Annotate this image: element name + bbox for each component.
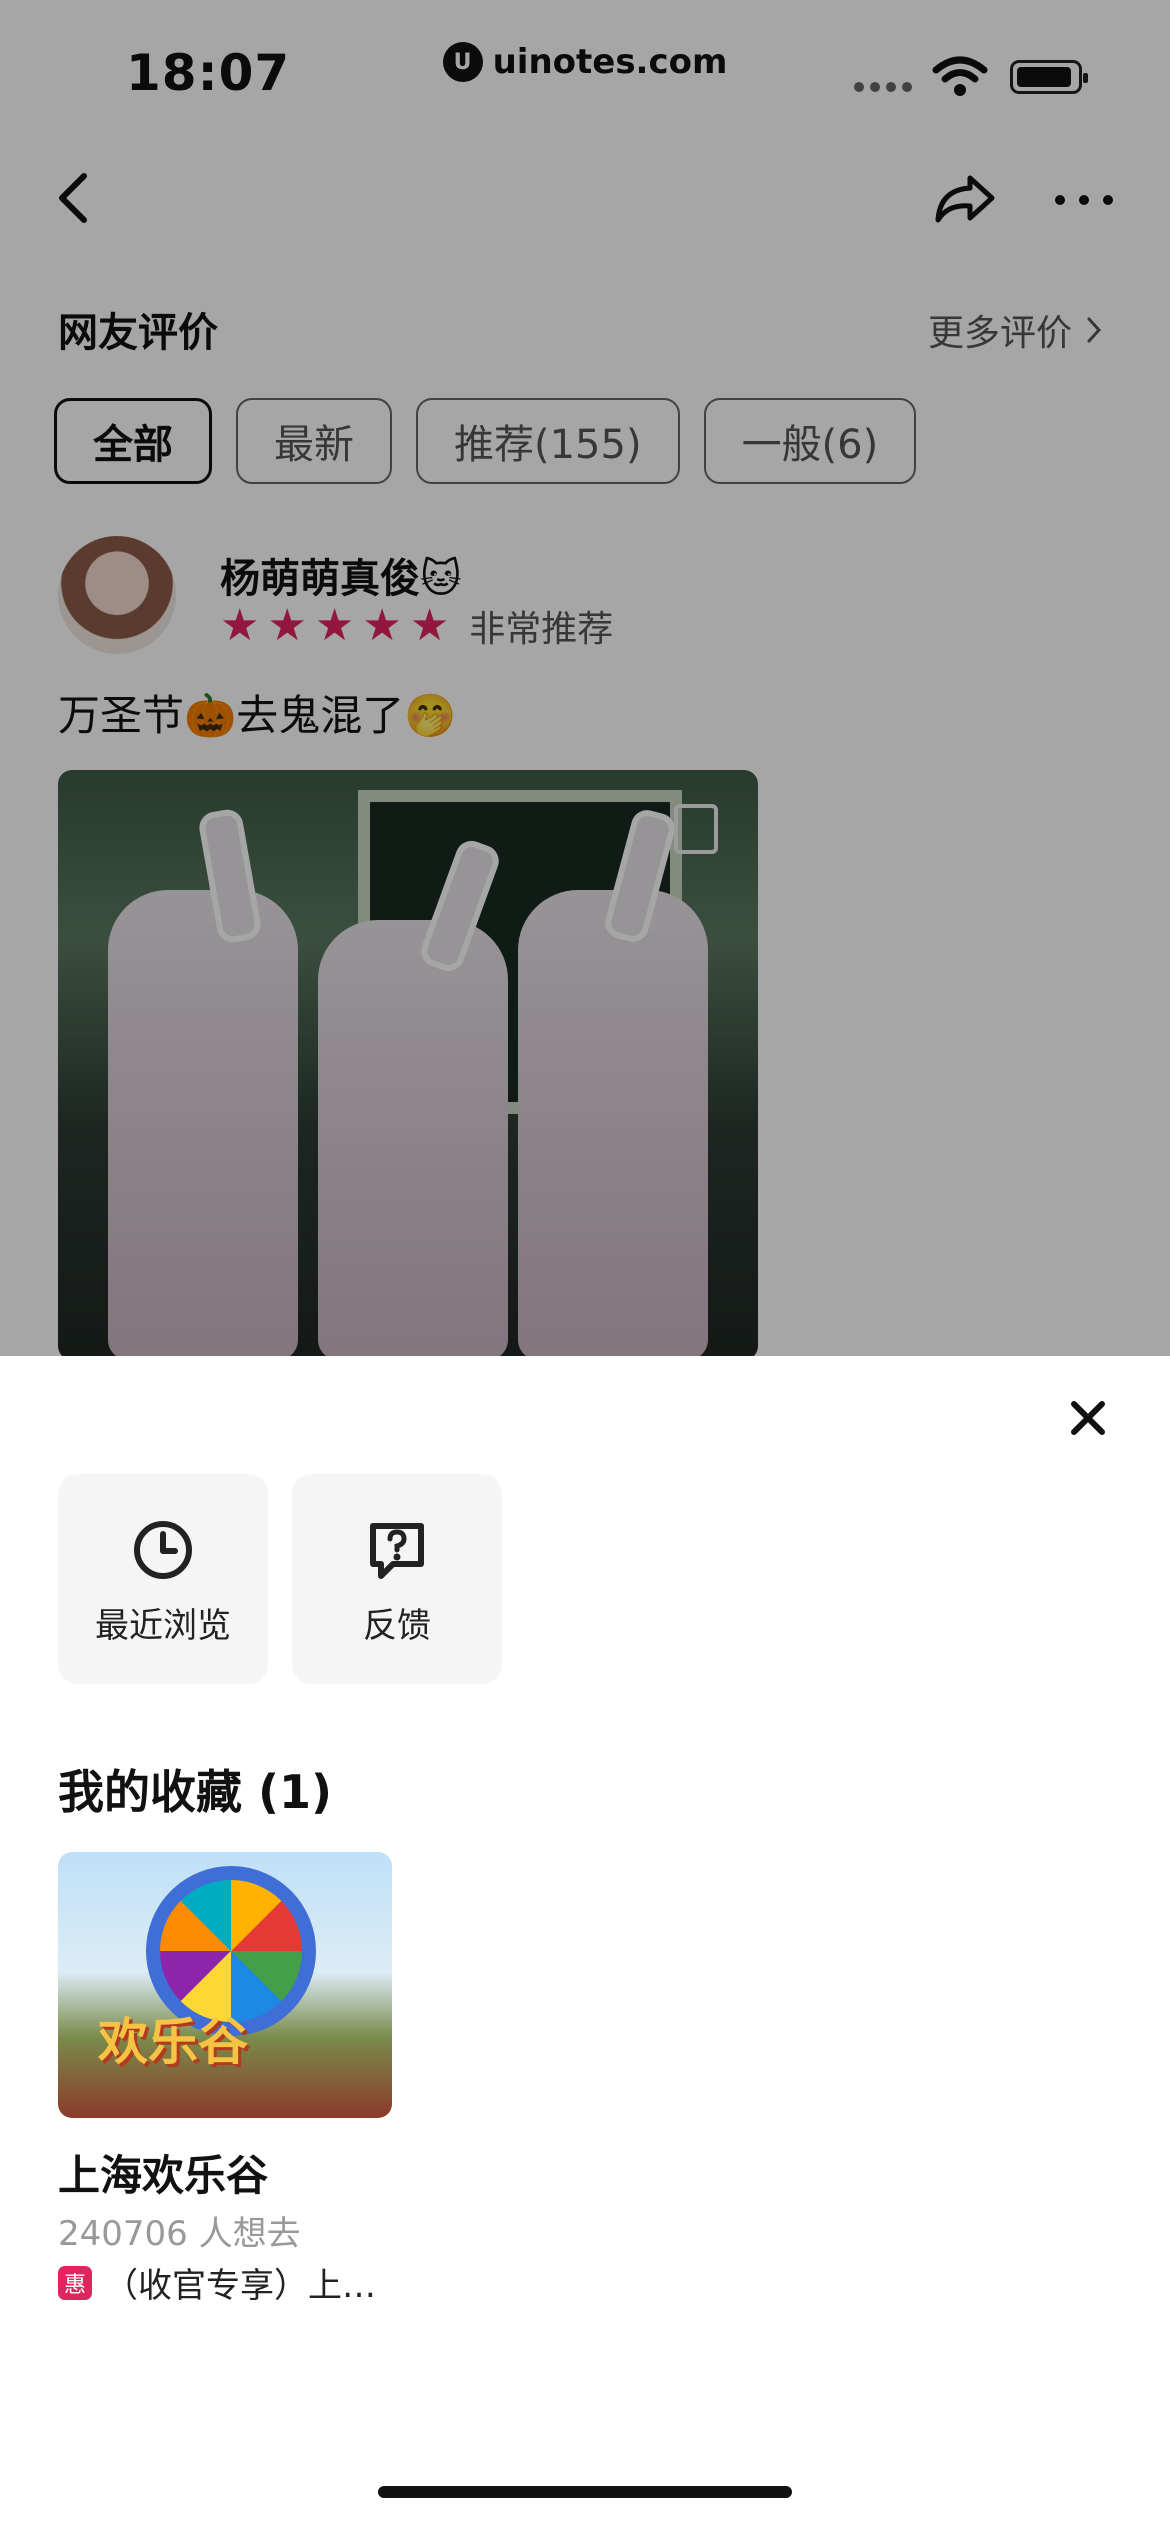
home-indicator[interactable] [378,2486,792,2498]
feedback-label: 反馈 [363,1606,431,1646]
bottom-sheet: 最近浏览 反馈 我的收藏 (1) 欢乐谷 上海欢乐谷 240706 人想去 惠 … [0,1356,1170,2532]
close-icon[interactable] [1064,1394,1112,1442]
recent-views-button[interactable]: 最近浏览 [58,1474,268,1684]
modal-overlay[interactable] [0,0,1170,1356]
favorite-want-count: 240706 人想去 [58,2214,301,2254]
feedback-button[interactable]: 反馈 [292,1474,502,1684]
feedback-icon [370,1523,424,1579]
clock-icon [134,1521,192,1579]
favorite-title[interactable]: 上海欢乐谷 [58,2142,268,2203]
recent-views-label: 最近浏览 [95,1606,231,1646]
favorite-promo[interactable]: 惠 （收官专享）上… [58,2258,398,2307]
promo-text: （收官专享）上… [104,2266,376,2306]
quick-actions: 最近浏览 反馈 [58,1474,502,1684]
favorites-title: 我的收藏 (1) [58,1765,333,1819]
favorite-image[interactable]: 欢乐谷 [58,1852,392,2118]
image-sign-text: 欢乐谷 [98,2013,248,2071]
discount-badge-icon: 惠 [58,2265,92,2300]
